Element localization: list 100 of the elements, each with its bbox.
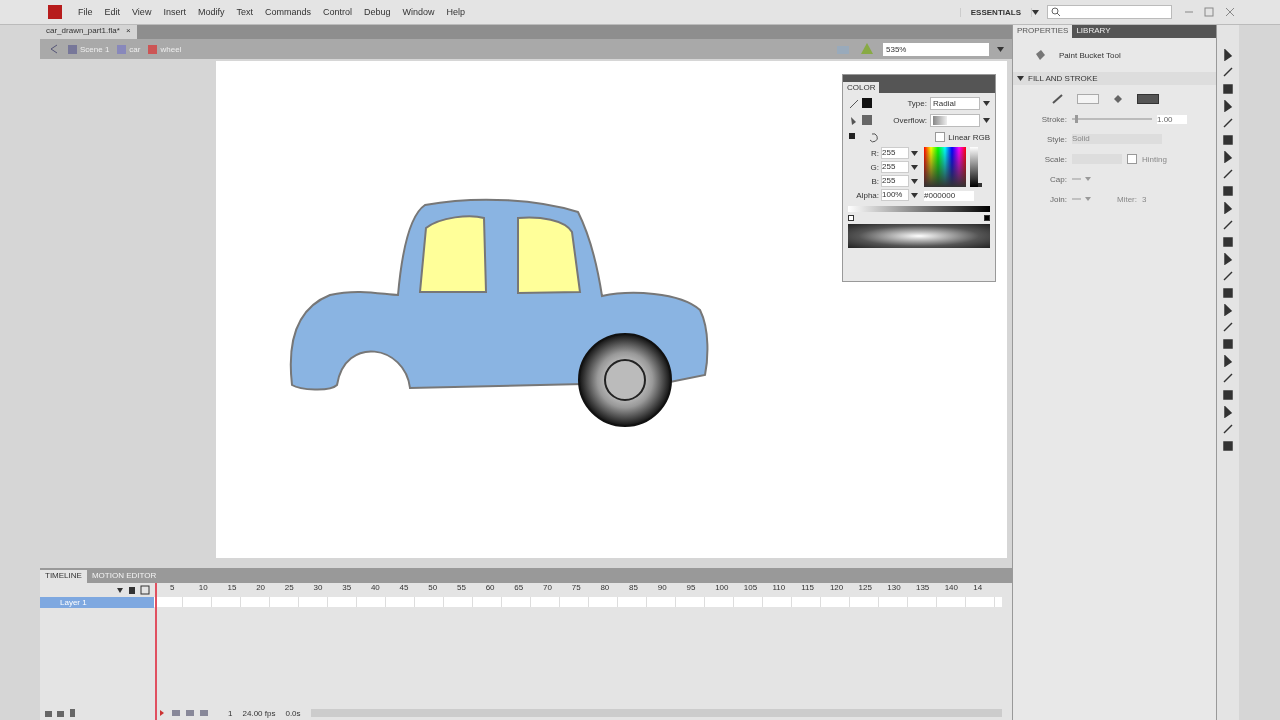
app-logo-icon [48,5,62,19]
caret-icon[interactable] [983,117,990,123]
miter-label: Miter: [1117,194,1137,204]
menu-item[interactable]: Modify [191,7,231,17]
menu-item[interactable]: Control [316,7,358,17]
type-label: Type: [907,98,927,108]
tool-icon[interactable] [1222,151,1234,163]
caret-icon[interactable] [911,150,918,156]
caret-icon[interactable] [911,178,918,184]
tool-icon[interactable] [1222,134,1234,146]
color-stop-icon[interactable] [848,215,854,221]
checkbox[interactable] [935,132,946,142]
tool-icon[interactable] [1222,83,1234,95]
menu-item[interactable]: File [72,7,99,17]
frame-number: 15 [227,583,238,594]
stroke-slider[interactable] [1072,118,1152,120]
tool-icon[interactable] [1222,440,1234,452]
menu-item[interactable]: Text [230,7,259,17]
tool-icon[interactable] [1222,202,1234,214]
tool-icon[interactable] [1222,219,1234,231]
swap-colors-icon[interactable] [848,131,880,143]
frame-number: 45 [399,583,410,594]
hinting-label: Hinting [1142,154,1167,164]
channel-field[interactable]: 255 [881,175,909,187]
tool-icon[interactable] [1222,338,1234,350]
tool-name: Paint Bucket Tool [1059,50,1121,60]
panel-tab[interactable]: PROPERTIES [1013,25,1073,38]
frame-number: 125 [858,583,873,594]
frame-number: 100 [715,583,730,594]
channel-field[interactable]: 255 [881,161,909,173]
frame-number: 105 [743,583,759,594]
frame-rate: 24.00 fps [242,708,276,718]
type-dropdown[interactable]: Radial [930,96,980,110]
tool-icon[interactable] [1222,304,1234,316]
linear-rgb-label: Linear RGB [948,132,990,142]
pencil-icon[interactable] [1051,93,1065,105]
caret-icon[interactable] [983,100,990,106]
frame-number: 70 [543,583,553,594]
slider-thumb[interactable] [1075,115,1079,123]
tool-icon[interactable] [1222,117,1234,129]
color-spectrum[interactable] [924,147,966,187]
caret-icon[interactable] [1017,76,1024,81]
caret-icon[interactable] [1032,9,1039,15]
stroke-swatch[interactable] [1077,94,1099,104]
panel-tab[interactable]: COLOR [843,82,880,93]
tool-icon[interactable] [1222,270,1234,282]
checkbox[interactable] [1127,154,1137,164]
tool-icon[interactable] [1222,100,1234,112]
tool-icon[interactable] [1222,287,1234,299]
playhead[interactable] [155,583,158,720]
menu-item[interactable]: Edit [98,7,127,17]
menu-item[interactable]: Window [396,7,441,17]
frame-number: 60 [485,583,496,594]
search-field[interactable] [1047,5,1172,19]
zoom-dropdown[interactable]: 535% [883,42,989,56]
tool-icon[interactable] [1222,423,1234,435]
frame-number: 30 [313,583,324,594]
workspace-switcher[interactable]: ESSENTIALS [959,7,1032,17]
fill-swatch[interactable] [1137,94,1159,104]
menu-item[interactable]: Debug [357,7,397,17]
section-header[interactable]: FILL AND STROKE [1013,72,1216,85]
frame-number: 35 [342,583,353,594]
stroke-field[interactable]: 1.00 [1157,114,1187,124]
color-stop-icon[interactable] [984,215,990,221]
caret-icon[interactable] [911,164,918,170]
channel-field[interactable]: 255 [881,147,909,159]
tool-icon[interactable] [1222,185,1234,197]
panel-tab[interactable]: LIBRARY [1072,25,1115,38]
hex-field[interactable]: #000000 [924,191,974,201]
tool-icon[interactable] [1222,49,1234,61]
tool-icon[interactable] [1222,168,1234,180]
tool-icon[interactable] [1222,372,1234,384]
caret-icon[interactable] [911,192,918,198]
menu-item[interactable]: Insert [157,7,192,17]
channel-field[interactable]: 100% [881,189,909,201]
tool-icon[interactable] [1222,66,1234,78]
tool-icon[interactable] [1222,389,1234,401]
current-frame: 1 [228,708,233,718]
tool-icon[interactable] [1222,236,1234,248]
stroke-color-icon[interactable] [848,96,874,110]
stroke-label: Stroke: [1040,114,1067,124]
channel-label: G: [870,162,879,172]
frame-number: 85 [629,583,639,594]
tool-icon[interactable] [1222,355,1234,367]
menu-item[interactable]: Help [440,7,472,17]
frame-number: 80 [600,583,611,594]
tool-icon[interactable] [1222,406,1234,418]
panel-tab[interactable]: TIMELINE [40,570,87,583]
caret-icon[interactable] [997,46,1004,52]
menu-item[interactable]: View [126,7,158,17]
slider-thumb[interactable] [978,183,982,187]
menu-item[interactable]: Commands [258,7,317,17]
fill-color-icon[interactable] [848,113,874,127]
scrollbar[interactable] [310,709,1002,717]
frame-number: 25 [284,583,295,594]
document-tab[interactable]: car_drawn_part1.fla* × [40,25,137,39]
tool-icon[interactable] [1222,253,1234,265]
overflow-label: Overflow: [893,115,927,125]
frame-number: 90 [657,583,668,594]
tool-icon[interactable] [1222,321,1234,333]
